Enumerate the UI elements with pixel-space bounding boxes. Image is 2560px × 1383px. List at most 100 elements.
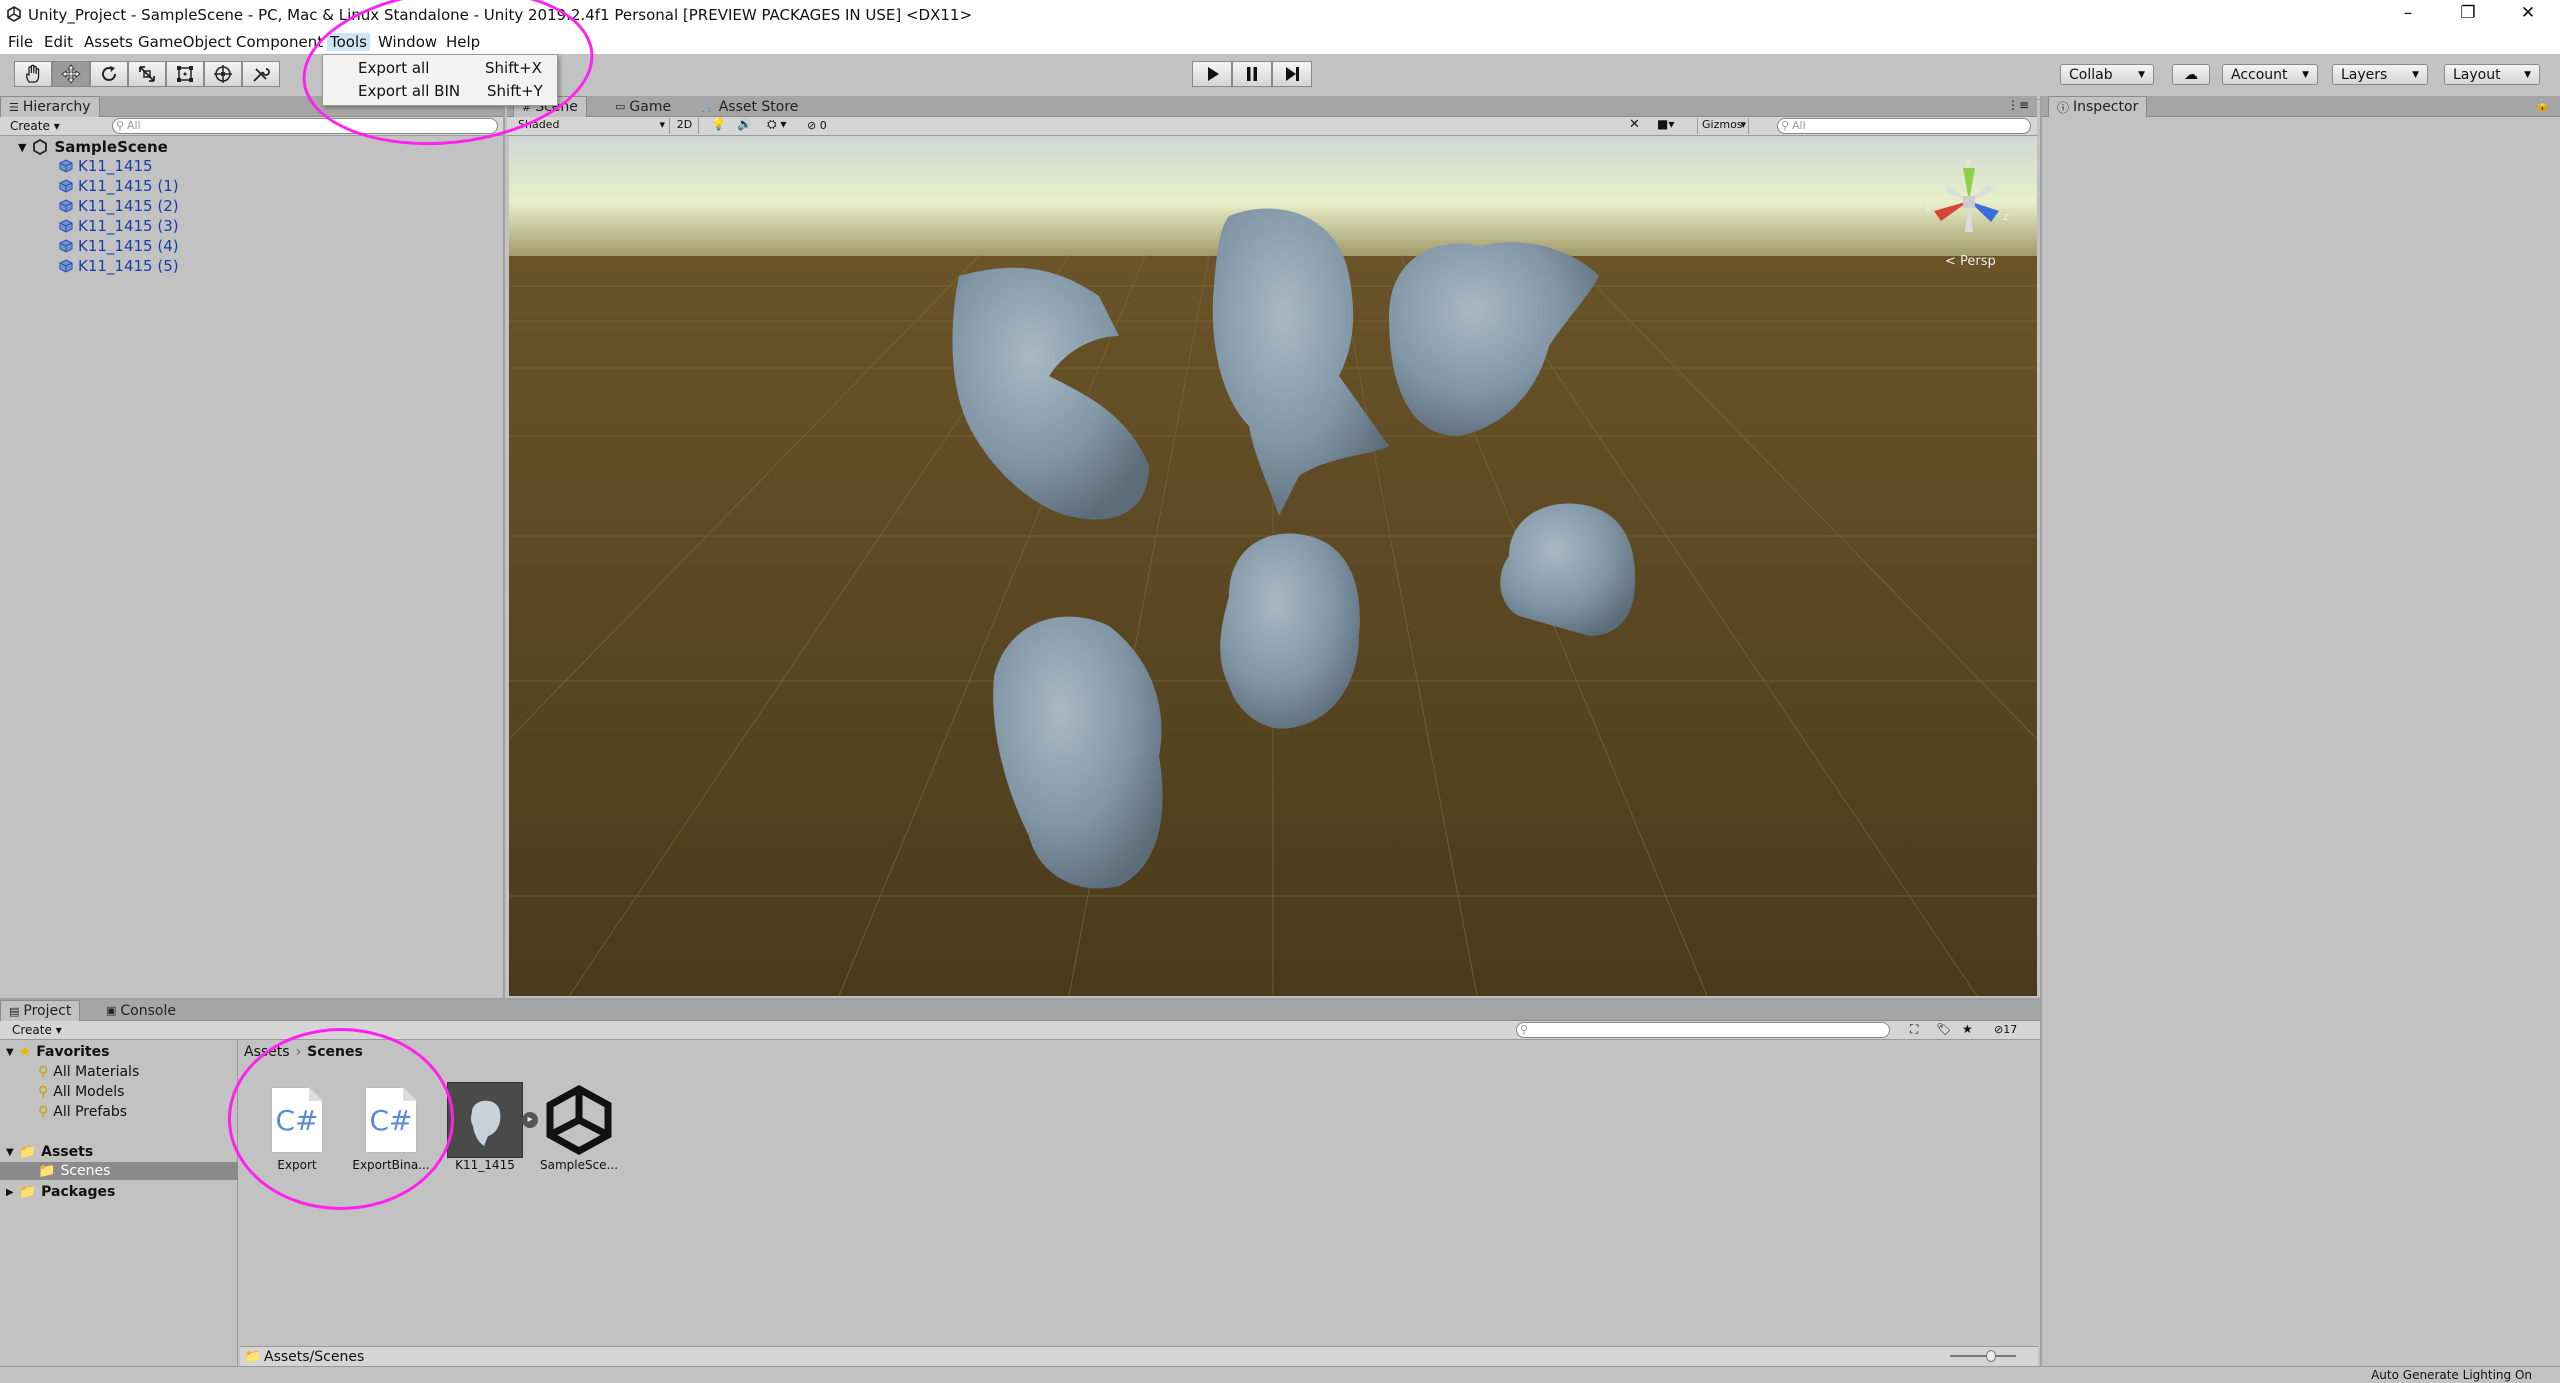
search-icon: ⚲ xyxy=(116,119,125,132)
tab-console[interactable]: ▣ Console xyxy=(98,1000,184,1021)
hierarchy-search-input[interactable]: ⚲ All xyxy=(112,118,498,134)
scene-viewport[interactable]: y x z < Persp xyxy=(509,136,2037,996)
restore-button[interactable]: ❐ xyxy=(2448,3,2488,23)
gizmos-dropdown[interactable]: Gizmos ▾ xyxy=(1697,118,1749,134)
toggle-2d-button[interactable]: 2D xyxy=(671,118,699,134)
hierarchy-item[interactable]: K11_1415 (1) xyxy=(58,177,179,195)
collab-dropdown[interactable]: Collab ▼ xyxy=(2060,64,2154,85)
hierarchy-toolbar: Create ▾ ⚲ All xyxy=(0,117,503,136)
rotate-tool-button[interactable] xyxy=(90,61,128,87)
hidden-packages-toggle[interactable]: ⊘17 xyxy=(1994,1023,2017,1036)
unity-scene-icon xyxy=(33,139,48,155)
hierarchy-item[interactable]: K11_1415 xyxy=(58,157,153,175)
caret-down-icon: ▼ xyxy=(2412,69,2419,80)
hierarchy-item[interactable]: K11_1415 (3) xyxy=(58,217,179,235)
camera-dropdown-icon[interactable]: ■▾ xyxy=(1657,117,1674,131)
tab-hierarchy[interactable]: ☰ Hierarchy xyxy=(0,96,100,117)
asset-exportbinary-script[interactable]: C# ExportBina... xyxy=(346,1082,436,1172)
layers-dropdown[interactable]: Layers ▼ xyxy=(2332,64,2428,85)
tab-inspector[interactable]: ⓘ Inspector xyxy=(2048,96,2148,117)
custom-tool-button[interactable] xyxy=(242,61,280,87)
menu-item-export-all[interactable]: Export all Shift+X xyxy=(323,55,557,79)
favorite-all-materials[interactable]: ⚲ All Materials xyxy=(38,1064,139,1080)
close-button[interactable]: ✕ xyxy=(2508,3,2548,23)
asset-samplescene[interactable]: SampleSce... xyxy=(534,1082,624,1172)
project-tabstrip: ▤ Project ▣ Console xyxy=(0,1000,2040,1021)
account-dropdown[interactable]: Account ▼ xyxy=(2222,64,2318,85)
menu-component[interactable]: Component xyxy=(236,33,323,51)
tab-game[interactable]: ▭ Game xyxy=(607,96,679,117)
search-icon: ⚲ xyxy=(38,1084,49,1100)
assets-node[interactable]: ▼ 📁 Assets xyxy=(6,1144,93,1160)
asset-export-script[interactable]: C# Export xyxy=(252,1082,342,1172)
packages-node[interactable]: ▶ 📁 Packages xyxy=(6,1184,115,1200)
step-button[interactable] xyxy=(1272,61,1312,87)
scene-search-input[interactable]: ⚲ All xyxy=(1777,118,2031,134)
project-search-input[interactable]: ⚲ xyxy=(1516,1022,1890,1038)
create-dropdown[interactable]: Create ▾ xyxy=(10,119,60,133)
x-axis-label: x xyxy=(1925,202,1932,215)
hierarchy-item[interactable]: K11_1415 (2) xyxy=(58,197,179,215)
tab-project[interactable]: ▤ Project xyxy=(0,1000,81,1021)
breadcrumb-scenes[interactable]: Scenes xyxy=(307,1044,363,1060)
lighting-toggle-icon[interactable]: 💡 xyxy=(711,117,726,131)
move-tool-button[interactable] xyxy=(52,61,90,87)
transform-tool-button[interactable] xyxy=(204,61,242,87)
filter-by-type-icon[interactable]: ⛶ xyxy=(1910,1022,1918,1037)
menu-window[interactable]: Window xyxy=(378,33,437,51)
hierarchy-item-label: K11_1415 (2) xyxy=(78,197,179,215)
tools-toggle-icon[interactable]: ✕ xyxy=(1629,117,1640,132)
cloud-button[interactable]: ☁ xyxy=(2172,64,2210,85)
hierarchy-item[interactable]: K11_1415 (4) xyxy=(58,237,179,255)
rect-tool-button[interactable] xyxy=(166,61,204,87)
layout-dropdown[interactable]: Layout ▼ xyxy=(2444,64,2540,85)
rect-icon xyxy=(177,66,193,82)
create-dropdown[interactable]: Create ▾ xyxy=(12,1023,62,1037)
scenes-folder-node[interactable]: 📁 Scenes xyxy=(0,1162,238,1180)
tab-inspector-label: Inspector xyxy=(2073,99,2139,115)
filter-by-label-icon[interactable]: 🏷 xyxy=(1936,1022,1951,1036)
menu-tools[interactable]: Tools xyxy=(327,33,370,51)
tab-asset-store[interactable]: 🛒 Asset Store xyxy=(693,96,806,117)
icon-size-slider[interactable] xyxy=(1950,1350,2016,1362)
hierarchy-item[interactable]: K11_1415 (5) xyxy=(58,257,179,275)
shading-dropdown[interactable]: Shaded ▾ xyxy=(515,118,670,134)
hidden-objects-toggle[interactable]: ⊘ 0 xyxy=(807,119,827,132)
pause-button[interactable] xyxy=(1232,61,1272,87)
project-toolbar: Create ▾ ⚲ ⛶ 🏷 ★ ⊘17 xyxy=(0,1021,2040,1040)
menu-gameobject[interactable]: GameObject xyxy=(138,33,232,51)
orientation-gizmo[interactable]: y x z xyxy=(1919,154,2019,256)
scene-root[interactable]: ▼ SampleScene xyxy=(18,138,168,156)
prefab-cube-icon xyxy=(59,179,73,193)
hand-tool-button[interactable] xyxy=(14,61,52,87)
asset-k11-model[interactable]: K11_1415 ▸ xyxy=(440,1082,538,1172)
menu-assets[interactable]: Assets xyxy=(84,33,133,51)
window-title: Unity_Project - SampleScene - PC, Mac & … xyxy=(28,6,973,24)
caret-down-icon: ▼ xyxy=(2138,69,2145,80)
tools-icon xyxy=(253,68,270,82)
panel-menu-icon[interactable]: ⋮≡ xyxy=(2007,98,2029,112)
scale-tool-button[interactable] xyxy=(128,61,166,87)
audio-toggle-icon[interactable]: 🔊 xyxy=(737,117,752,131)
favorite-icon[interactable]: ★ xyxy=(1962,1022,1973,1036)
favorite-all-prefabs[interactable]: ⚲ All Prefabs xyxy=(38,1104,127,1120)
slider-thumb[interactable] xyxy=(1986,1350,1996,1362)
hierarchy-item-label: K11_1415 xyxy=(78,157,153,175)
play-button[interactable] xyxy=(1192,61,1232,87)
favorite-label: All Models xyxy=(53,1084,125,1100)
projection-label[interactable]: < Persp xyxy=(1945,254,1996,269)
favorites-node[interactable]: ▼ ★ Favorites xyxy=(6,1044,109,1060)
minimize-button[interactable]: – xyxy=(2388,3,2428,23)
breadcrumb-assets[interactable]: Assets xyxy=(244,1044,290,1060)
favorite-all-models[interactable]: ⚲ All Models xyxy=(38,1084,124,1100)
menu-edit[interactable]: Edit xyxy=(44,33,73,51)
tab-console-label: Console xyxy=(120,1002,176,1019)
effects-toggle-icon[interactable]: ⛭ ▾ xyxy=(767,117,786,132)
menu-item-export-all-bin[interactable]: Export all BIN Shift+Y xyxy=(323,79,557,103)
search-icon: ⚲ xyxy=(38,1104,49,1120)
menu-file[interactable]: File xyxy=(8,33,33,51)
scale-icon xyxy=(139,66,155,82)
lock-icon[interactable]: 🔒 xyxy=(2535,98,2550,112)
menu-help[interactable]: Help xyxy=(446,33,480,51)
pause-icon xyxy=(1247,67,1257,81)
